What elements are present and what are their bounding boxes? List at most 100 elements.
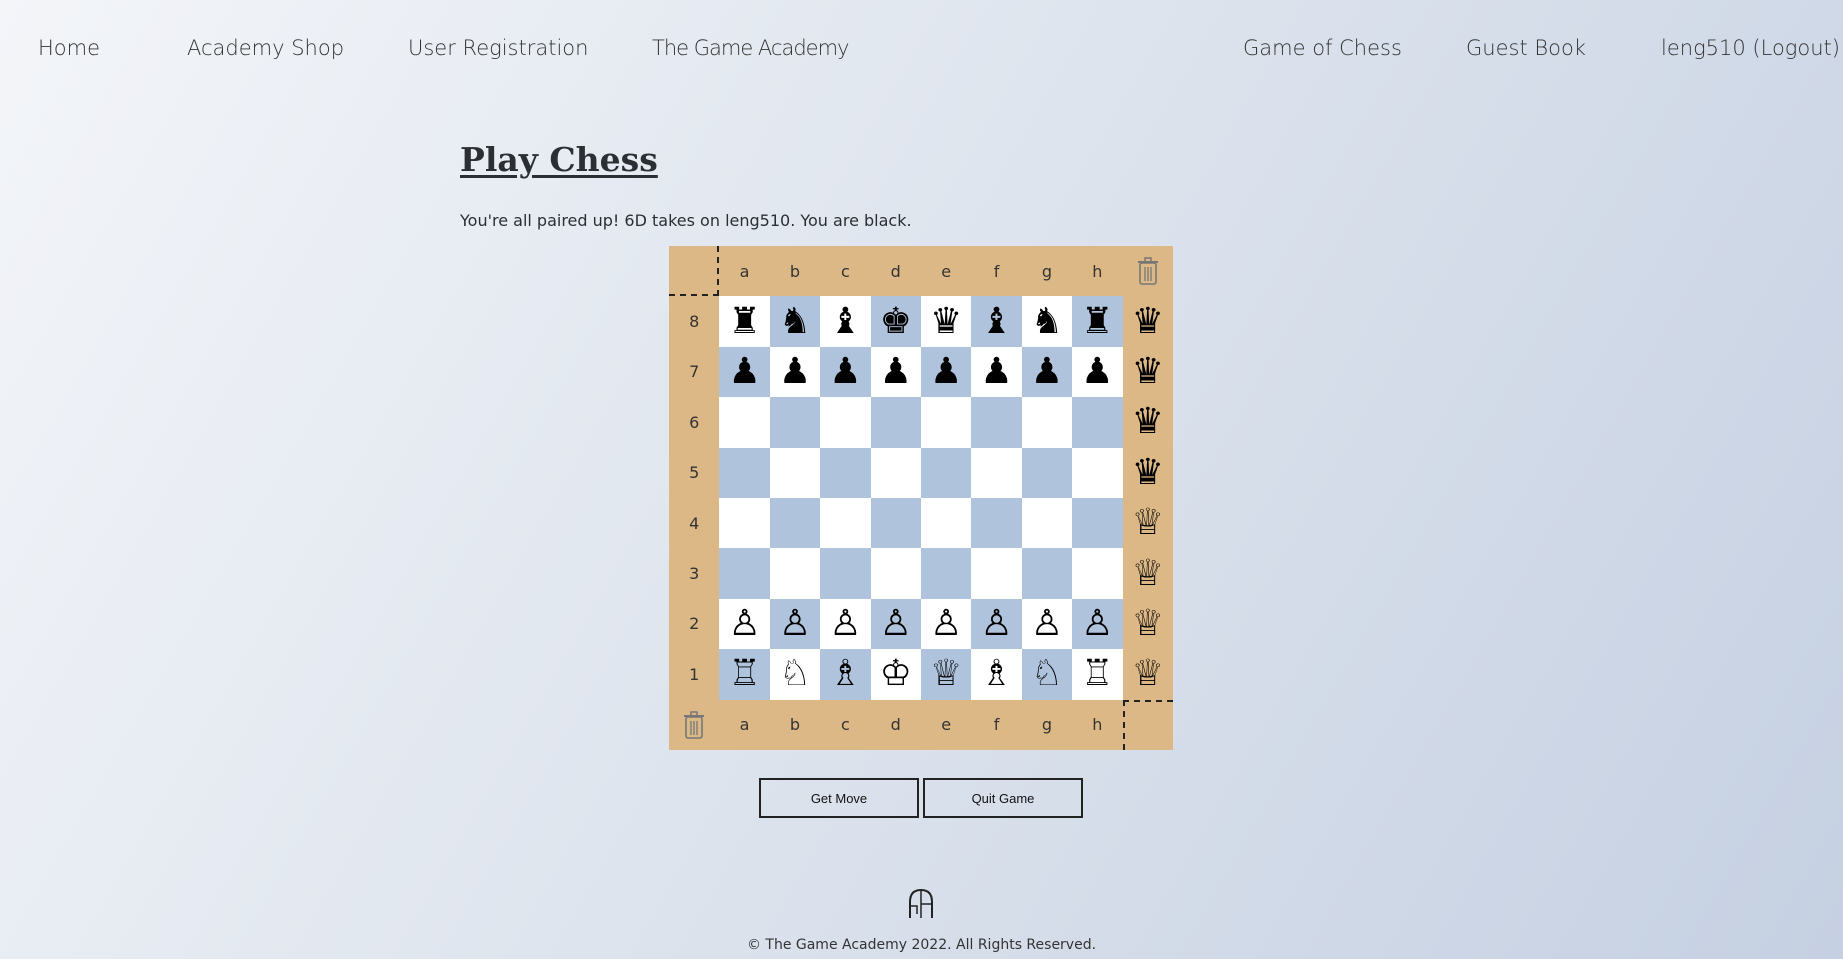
white-piece[interactable]: ♖: [1081, 656, 1113, 692]
side-piece-slot[interactable]: ♛: [1123, 448, 1173, 498]
white-piece[interactable]: ♙: [1081, 605, 1113, 642]
board-square-d3[interactable]: [870, 548, 921, 599]
board-square-d6[interactable]: [870, 397, 921, 448]
board-square-a4[interactable]: [719, 497, 770, 549]
board-square-e7[interactable]: ♟: [920, 346, 972, 398]
nav-academy-shop-link[interactable]: Academy Shop: [187, 36, 344, 60]
board-square-f2[interactable]: ♙: [971, 598, 1022, 650]
board-square-b1[interactable]: ♘: [769, 649, 821, 700]
board-square-a5[interactable]: [719, 447, 770, 498]
board-square-g3[interactable]: [1021, 548, 1073, 599]
board-square-c4[interactable]: [820, 497, 871, 549]
site-brand-title[interactable]: The Game Academy: [652, 36, 849, 60]
board-square-a8[interactable]: ♜: [719, 296, 770, 347]
board-square-e5[interactable]: [920, 447, 972, 498]
white-piece[interactable]: ♙: [980, 605, 1012, 642]
board-square-d7[interactable]: ♟: [870, 346, 921, 398]
white-piece[interactable]: ♙: [880, 605, 912, 642]
board-square-g7[interactable]: ♟: [1021, 346, 1073, 398]
side-piece-slot[interactable]: ♕: [1123, 599, 1173, 649]
board-square-f6[interactable]: [971, 397, 1022, 448]
get-move-button[interactable]: Get Move: [759, 778, 919, 818]
board-square-h6[interactable]: [1072, 397, 1123, 448]
white-queen-piece[interactable]: ♕: [1132, 656, 1164, 692]
black-piece[interactable]: ♞: [779, 303, 811, 340]
white-piece[interactable]: ♖: [728, 656, 760, 692]
nav-user-logout-link[interactable]: leng510 (Logout): [1661, 36, 1840, 60]
black-piece[interactable]: ♟: [880, 353, 912, 390]
board-square-f7[interactable]: ♟: [971, 346, 1022, 398]
board-square-g4[interactable]: [1021, 497, 1073, 549]
board-square-d4[interactable]: [870, 497, 921, 549]
nav-home-link[interactable]: Home: [38, 36, 100, 60]
black-piece[interactable]: ♟: [728, 353, 760, 390]
board-square-b7[interactable]: ♟: [769, 346, 821, 398]
board-square-c3[interactable]: [820, 548, 871, 599]
board-square-e8[interactable]: ♛: [920, 296, 972, 347]
black-piece[interactable]: ♟: [779, 353, 811, 390]
board-square-c7[interactable]: ♟: [820, 346, 871, 398]
trash-bin-top-icon[interactable]: [1123, 246, 1173, 296]
board-square-f8[interactable]: ♝: [971, 296, 1022, 347]
black-piece[interactable]: ♜: [728, 303, 760, 340]
black-piece[interactable]: ♟: [1031, 353, 1063, 390]
white-piece[interactable]: ♙: [930, 605, 962, 642]
board-square-f4[interactable]: [971, 497, 1022, 549]
white-piece[interactable]: ♙: [728, 605, 760, 642]
white-piece[interactable]: ♘: [779, 656, 811, 692]
board-square-g6[interactable]: [1021, 397, 1073, 448]
white-piece[interactable]: ♙: [1031, 605, 1063, 642]
board-square-e2[interactable]: ♙: [920, 598, 972, 650]
board-square-b8[interactable]: ♞: [769, 296, 821, 347]
board-square-h4[interactable]: [1072, 497, 1123, 549]
black-queen-piece[interactable]: ♛: [1132, 404, 1164, 440]
board-square-c2[interactable]: ♙: [820, 598, 871, 650]
board-square-e6[interactable]: [920, 397, 972, 448]
white-piece[interactable]: ♗: [980, 656, 1012, 692]
board-square-b2[interactable]: ♙: [769, 598, 821, 650]
board-square-e3[interactable]: [920, 548, 972, 599]
black-piece[interactable]: ♜: [1081, 303, 1113, 340]
board-square-a7[interactable]: ♟: [719, 346, 770, 398]
side-piece-slot[interactable]: ♛: [1123, 296, 1173, 346]
white-piece[interactable]: ♙: [779, 605, 811, 642]
side-piece-slot[interactable]: ♕: [1123, 548, 1173, 598]
nav-user-registration-link[interactable]: User Registration: [408, 36, 588, 60]
board-square-g5[interactable]: [1021, 447, 1073, 498]
white-piece[interactable]: ♙: [829, 605, 861, 642]
white-piece[interactable]: ♗: [829, 656, 861, 692]
trash-bin-bottom-icon[interactable]: [669, 700, 719, 750]
black-piece[interactable]: ♟: [829, 353, 861, 390]
board-square-a3[interactable]: [719, 548, 770, 599]
black-queen-piece[interactable]: ♛: [1132, 303, 1164, 340]
black-piece[interactable]: ♞: [1031, 303, 1063, 340]
board-square-g8[interactable]: ♞: [1021, 296, 1073, 347]
board-square-e1[interactable]: ♕: [920, 649, 972, 700]
board-square-b3[interactable]: [769, 548, 821, 599]
black-piece[interactable]: ♛: [930, 303, 962, 340]
white-queen-piece[interactable]: ♕: [1132, 505, 1164, 541]
nav-guest-book-link[interactable]: Guest Book: [1466, 36, 1586, 60]
board-square-d8[interactable]: ♚: [870, 296, 921, 347]
board-square-b4[interactable]: [769, 497, 821, 549]
white-queen-piece[interactable]: ♕: [1132, 555, 1164, 592]
board-square-f5[interactable]: [971, 447, 1022, 498]
board-square-d5[interactable]: [870, 447, 921, 498]
board-square-b5[interactable]: [769, 447, 821, 498]
white-piece[interactable]: ♔: [880, 656, 912, 692]
white-piece[interactable]: ♕: [930, 656, 962, 692]
board-square-c6[interactable]: [820, 397, 871, 448]
board-square-a2[interactable]: ♙: [719, 598, 770, 650]
board-square-g1[interactable]: ♘: [1021, 649, 1073, 700]
black-queen-piece[interactable]: ♛: [1132, 454, 1164, 491]
board-square-h8[interactable]: ♜: [1072, 296, 1123, 347]
black-queen-piece[interactable]: ♛: [1132, 353, 1164, 390]
side-piece-slot[interactable]: ♛: [1123, 347, 1173, 397]
white-piece[interactable]: ♘: [1031, 656, 1063, 692]
board-square-h3[interactable]: [1072, 548, 1123, 599]
board-square-h5[interactable]: [1072, 447, 1123, 498]
black-piece[interactable]: ♟: [930, 353, 962, 390]
board-square-f1[interactable]: ♗: [971, 649, 1022, 700]
white-queen-piece[interactable]: ♕: [1132, 605, 1164, 642]
black-piece[interactable]: ♟: [1081, 353, 1113, 390]
